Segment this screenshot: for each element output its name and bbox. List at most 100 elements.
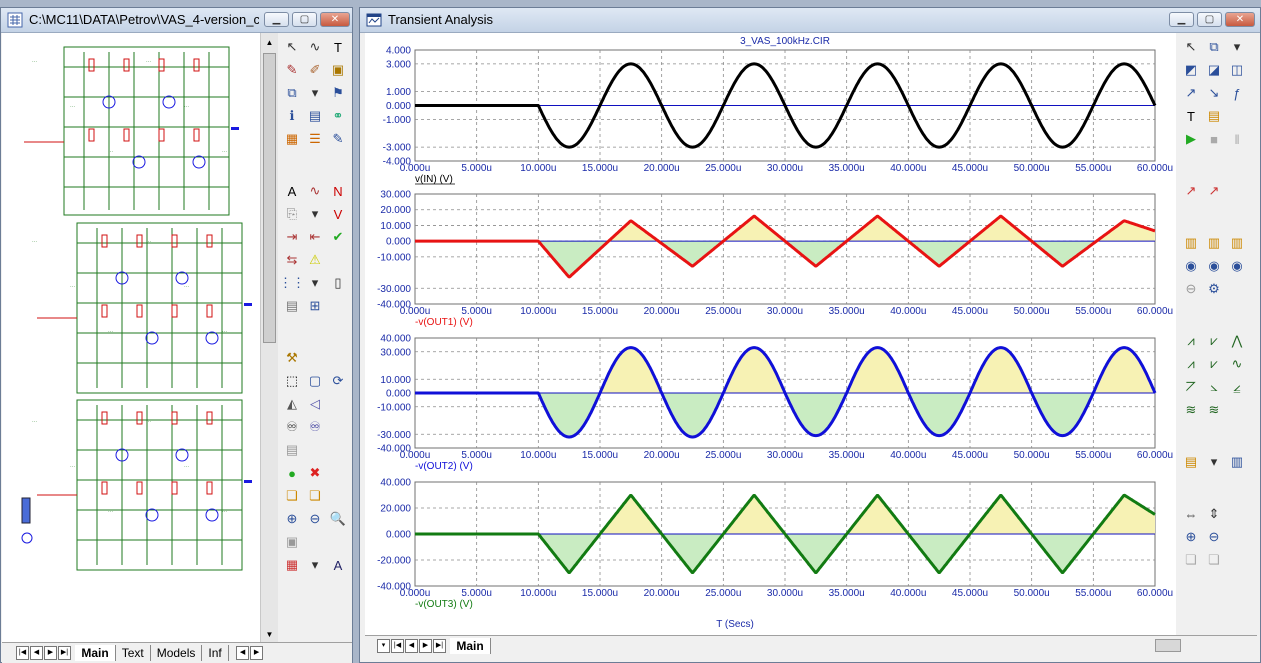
- component-icon[interactable]: ⧉: [282, 83, 302, 103]
- copy-icon[interactable]: ⎘: [282, 204, 302, 224]
- blank7-icon[interactable]: [305, 440, 325, 460]
- blank3-icon[interactable]: [305, 348, 325, 368]
- global-icon[interactable]: ≋: [1181, 400, 1201, 420]
- pin-icon[interactable]: ⇆: [282, 250, 302, 270]
- edit-icon[interactable]: ✎: [328, 129, 348, 149]
- dropdown-icon[interactable]: ▾: [305, 273, 325, 293]
- copy-icon[interactable]: ❏: [1181, 550, 1201, 570]
- tab-info[interactable]: Inf: [202, 644, 229, 661]
- low-icon[interactable]: ⩗: [1204, 354, 1224, 374]
- attribute-a-icon[interactable]: A: [282, 181, 302, 201]
- prev-page-icon[interactable]: ◀: [405, 638, 418, 653]
- maximize-button[interactable]: ▢: [1197, 12, 1222, 27]
- properties-icon[interactable]: ▤: [1204, 106, 1224, 126]
- flip-icon[interactable]: ◁: [305, 394, 325, 414]
- blank8-icon[interactable]: [328, 440, 348, 460]
- pen-icon[interactable]: ✎: [282, 60, 302, 80]
- first-page-icon[interactable]: |◀: [16, 645, 29, 660]
- high-icon[interactable]: ⩘: [1181, 354, 1201, 374]
- grid-dots-icon[interactable]: ⋮⋮: [279, 273, 305, 293]
- blank-icon[interactable]: [328, 250, 348, 270]
- blank3-icon[interactable]: [1227, 279, 1247, 299]
- rise-icon[interactable]: ⦢: [1181, 377, 1201, 397]
- blank5-icon[interactable]: [1227, 504, 1247, 524]
- fall-icon[interactable]: ⦣: [1204, 377, 1224, 397]
- scroll-up-icon[interactable]: ▲: [262, 35, 277, 50]
- dropdown-icon[interactable]: ▾: [1204, 452, 1224, 472]
- mirror-icon[interactable]: ◭: [282, 394, 302, 414]
- function-icon[interactable]: ƒ: [1227, 83, 1247, 103]
- blank-icon[interactable]: [1227, 106, 1247, 126]
- cursor-icon[interactable]: ◉: [1181, 256, 1201, 276]
- binoculars-icon[interactable]: ♾: [282, 417, 302, 437]
- plot-2-icon[interactable]: ↗: [1204, 181, 1224, 201]
- layers-icon[interactable]: ❏: [282, 486, 302, 506]
- flag-icon[interactable]: ⚑: [328, 83, 348, 103]
- minimize-button[interactable]: ▁: [264, 12, 289, 27]
- table-4-icon[interactable]: ▥: [1227, 452, 1247, 472]
- zoom-out-icon[interactable]: ⊖: [305, 509, 325, 529]
- first-page-icon[interactable]: |◀: [391, 638, 404, 653]
- dropdown-icon[interactable]: ▾: [1227, 37, 1247, 57]
- blank11-icon[interactable]: [305, 532, 325, 552]
- transient-titlebar[interactable]: Transient Analysis ▁ ▢ ✕: [360, 8, 1260, 33]
- blank12-icon[interactable]: [328, 532, 348, 552]
- select-icon[interactable]: ↖: [1181, 37, 1201, 57]
- run-icon[interactable]: ●: [282, 463, 302, 483]
- blank7-icon[interactable]: [1227, 550, 1247, 570]
- tab-menu-icon[interactable]: ▾: [377, 638, 390, 653]
- point-icon[interactable]: ⦤: [1227, 377, 1247, 397]
- blank4-icon[interactable]: [328, 348, 348, 368]
- slope-icon[interactable]: ⋀: [1227, 331, 1247, 351]
- global-2-icon[interactable]: ≋: [1204, 400, 1224, 420]
- next-page-icon[interactable]: ▶: [419, 638, 432, 653]
- pause-icon[interactable]: ‖: [1227, 129, 1247, 149]
- schematic-titlebar[interactable]: C:\MC11\DATA\Petrov\VAS_4-version_c... ▁…: [1, 8, 352, 33]
- blank2-icon[interactable]: [328, 296, 348, 316]
- layers-2-icon[interactable]: ❏: [305, 486, 325, 506]
- text-icon[interactable]: T: [1181, 106, 1201, 126]
- tab-models[interactable]: Models: [151, 644, 203, 661]
- check-icon[interactable]: ✔: [328, 227, 348, 247]
- last-page-icon[interactable]: ▶|: [433, 638, 446, 653]
- zoom-in-icon[interactable]: ⊕: [282, 509, 302, 529]
- dropdown-icon[interactable]: ▾: [305, 555, 325, 575]
- split-icon[interactable]: ⊞: [305, 296, 325, 316]
- scale-2-icon[interactable]: ◪: [1204, 60, 1224, 80]
- scroll-down-icon[interactable]: ▼: [262, 627, 277, 642]
- pin-right-icon[interactable]: ⇤: [305, 227, 325, 247]
- voltage-icon[interactable]: V: [328, 204, 348, 224]
- binoculars-2-icon[interactable]: ♾: [305, 417, 325, 437]
- component-icon[interactable]: ⧉: [1204, 37, 1224, 57]
- schematic-canvas[interactable]: ··· ··· ··· ··· ··· ··· ··· ··· ··· ··· ··· ··· ··· ·…: [2, 33, 260, 644]
- tab-main[interactable]: Main: [450, 637, 491, 654]
- close-button[interactable]: ✕: [320, 12, 350, 27]
- zoom-out-icon[interactable]: ⊖: [1204, 527, 1224, 547]
- doc-icon[interactable]: ▤: [282, 440, 302, 460]
- select-icon[interactable]: ↖: [282, 37, 302, 57]
- wave-a-icon[interactable]: ∿: [305, 181, 325, 201]
- blank2-icon[interactable]: [1227, 181, 1247, 201]
- tab-main[interactable]: Main: [75, 644, 116, 661]
- schematic-vertical-scrollbar[interactable]: ▲ ▼: [260, 33, 278, 644]
- blank10-icon[interactable]: [328, 486, 348, 506]
- bus-icon[interactable]: ▣: [328, 60, 348, 80]
- horizontal-scrollbar[interactable]: [1155, 639, 1181, 652]
- pin-left-icon[interactable]: ⇥: [282, 227, 302, 247]
- zoom-icon[interactable]: ⊖: [1181, 279, 1201, 299]
- blank5-icon[interactable]: [328, 394, 348, 414]
- link-icon[interactable]: ⚭: [328, 106, 348, 126]
- plot-area[interactable]: 3_VAS_100kHz.CIR 0.000u 5.000u 10.000u 15.00…: [365, 33, 1176, 636]
- scale-icon[interactable]: ◩: [1181, 60, 1201, 80]
- zoom-100-icon[interactable]: 🔍: [328, 509, 348, 529]
- shape-icon[interactable]: ▢: [305, 371, 325, 391]
- text-icon[interactable]: T: [328, 37, 348, 57]
- color-grid-icon[interactable]: ▦: [282, 555, 302, 575]
- page-text-icon[interactable]: ▤: [282, 296, 302, 316]
- clipboard-icon[interactable]: ▤: [1181, 452, 1201, 472]
- warning-icon[interactable]: ⚠: [305, 250, 325, 270]
- play-icon[interactable]: ▶: [1181, 129, 1201, 149]
- curve-icon[interactable]: ↗: [1181, 83, 1201, 103]
- fit-2-icon[interactable]: ⇕: [1204, 504, 1224, 524]
- dropdown-icon[interactable]: ▾: [305, 83, 325, 103]
